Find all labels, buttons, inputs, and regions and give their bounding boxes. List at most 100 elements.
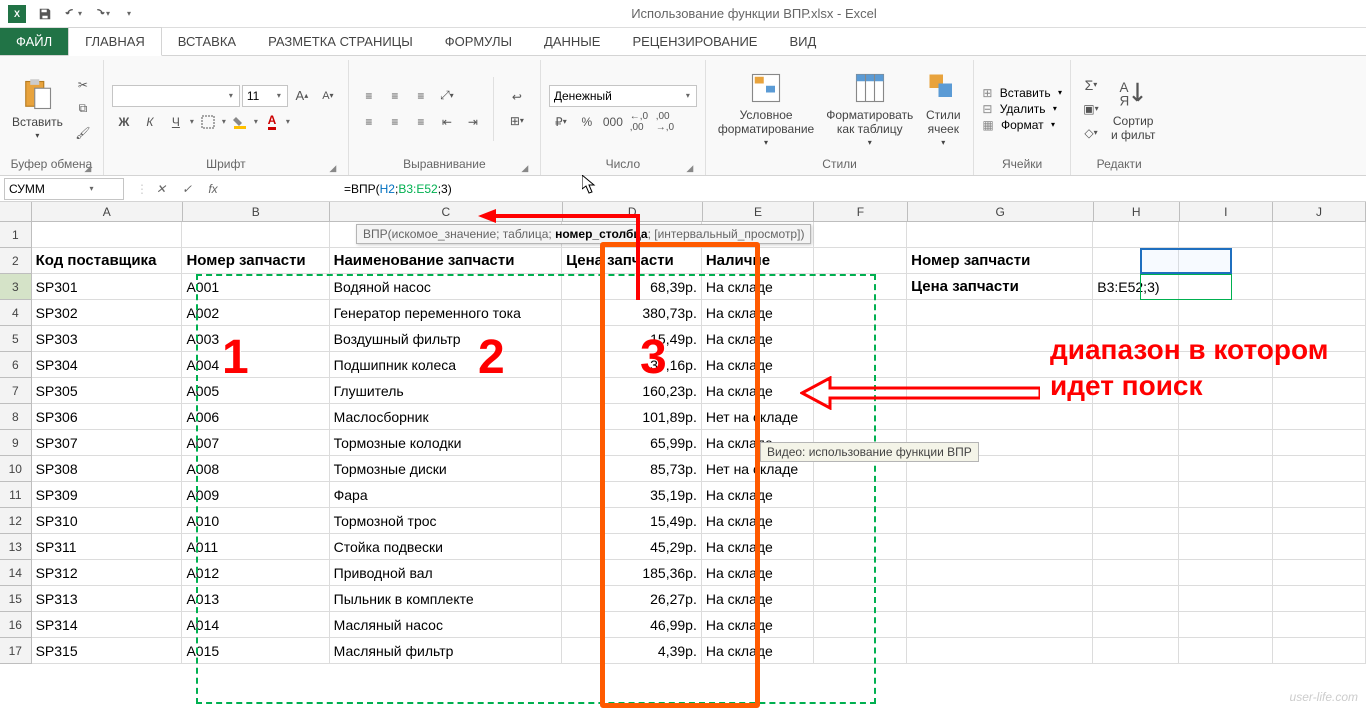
cell[interactable]: Тормозные диски (330, 456, 562, 482)
cell[interactable]: Водяной насос (330, 274, 562, 300)
indent-increase-icon[interactable]: ⇥ (461, 111, 485, 133)
row-header[interactable]: 11 (0, 482, 32, 508)
row-header[interactable]: 17 (0, 638, 32, 664)
cell[interactable] (1273, 612, 1366, 638)
copy-icon[interactable]: ⧉ (71, 98, 95, 120)
cell[interactable]: Масляный насос (330, 612, 562, 638)
align-bottom-icon[interactable]: ≡ (409, 85, 433, 107)
row-header[interactable]: 15 (0, 586, 32, 612)
enter-formula-icon[interactable]: ✓ (174, 178, 200, 200)
cell[interactable] (1093, 534, 1179, 560)
col-header-C[interactable]: C (330, 202, 563, 221)
cell[interactable]: A007 (182, 430, 329, 456)
cell[interactable]: A008 (182, 456, 329, 482)
cell[interactable] (814, 248, 907, 274)
cell[interactable] (1273, 326, 1366, 352)
cell[interactable] (1273, 638, 1366, 664)
cell[interactable] (1179, 222, 1272, 248)
cell[interactable]: На складе (702, 508, 814, 534)
cell[interactable] (1273, 430, 1366, 456)
cell[interactable]: 185,36р. (562, 560, 702, 586)
cell[interactable] (1179, 534, 1272, 560)
fx-icon[interactable]: fx (200, 178, 226, 200)
cell[interactable] (907, 326, 1093, 352)
cell[interactable] (1093, 638, 1179, 664)
italic-button[interactable]: К (138, 111, 162, 133)
cell[interactable]: SP307 (32, 430, 183, 456)
cell[interactable] (1093, 378, 1179, 404)
conditional-formatting-button[interactable]: Условное форматирование▾ (714, 68, 818, 149)
cell[interactable]: 101,89р. (562, 404, 702, 430)
cell[interactable]: Стойка подвески (330, 534, 562, 560)
percent-format-icon[interactable]: % (575, 111, 599, 133)
cell[interactable] (907, 534, 1093, 560)
row-header[interactable]: 9 (0, 430, 32, 456)
cell[interactable]: 46,99р. (562, 612, 702, 638)
select-all-corner[interactable] (0, 202, 32, 221)
cell[interactable] (1273, 300, 1366, 326)
cell[interactable] (814, 560, 907, 586)
cell[interactable] (1179, 638, 1272, 664)
cell[interactable] (1273, 248, 1366, 274)
tab-formulas[interactable]: ФОРМУЛЫ (429, 28, 528, 55)
sort-filter-button[interactable]: AЯ Сортир и фильт (1107, 74, 1159, 144)
cell[interactable]: SP311 (32, 534, 183, 560)
save-icon[interactable] (32, 3, 58, 25)
cell[interactable]: 4,39р. (562, 638, 702, 664)
cell[interactable]: Наличие (702, 248, 814, 274)
wrap-text-icon[interactable]: ↩ (502, 86, 532, 108)
cell[interactable] (1093, 222, 1179, 248)
col-header-I[interactable]: I (1180, 202, 1273, 221)
tab-layout[interactable]: РАЗМЕТКА СТРАНИЦЫ (252, 28, 429, 55)
cell[interactable]: Тормозные колодки (330, 430, 562, 456)
formula-input[interactable] (234, 178, 1366, 200)
cell[interactable] (1273, 482, 1366, 508)
autosum-icon[interactable]: Σ▾ (1079, 74, 1103, 96)
align-right-icon[interactable]: ≡ (409, 111, 433, 133)
col-header-A[interactable]: A (32, 202, 183, 221)
cell[interactable]: 160,23р. (562, 378, 702, 404)
cell[interactable] (1093, 456, 1179, 482)
cell[interactable] (1179, 508, 1272, 534)
cell[interactable]: A013 (182, 586, 329, 612)
cell[interactable] (1273, 586, 1366, 612)
cell[interactable] (1273, 378, 1366, 404)
col-header-D[interactable]: D (563, 202, 703, 221)
tab-review[interactable]: РЕЦЕНЗИРОВАНИЕ (616, 28, 773, 55)
cell[interactable] (1179, 430, 1272, 456)
cell[interactable] (814, 534, 907, 560)
cell[interactable]: 15,49р. (562, 326, 702, 352)
cell[interactable] (1179, 404, 1272, 430)
cell[interactable]: SP302 (32, 300, 183, 326)
cell[interactable]: A003 (182, 326, 329, 352)
launcher-icon[interactable]: ◢ (518, 161, 532, 175)
bold-button[interactable]: Ж (112, 111, 136, 133)
row-header[interactable]: 1 (0, 222, 32, 248)
cell[interactable]: 45,29р. (562, 534, 702, 560)
row-header[interactable]: 16 (0, 612, 32, 638)
cell[interactable] (1093, 560, 1179, 586)
row-header[interactable]: 8 (0, 404, 32, 430)
cell[interactable]: На складе (702, 586, 814, 612)
paste-button[interactable]: Вставить ▾ (8, 75, 67, 142)
launcher-icon[interactable]: ◢ (683, 161, 697, 175)
cell[interactable] (1179, 586, 1272, 612)
cell-styles-button[interactable]: Стили ячеек▾ (921, 68, 965, 149)
worksheet-grid[interactable]: ABCDEFGHIJ 12Код поставщикаНомер запчаст… (0, 202, 1366, 708)
cell[interactable] (907, 378, 1093, 404)
cell[interactable]: На складе (702, 534, 814, 560)
cell[interactable]: SP306 (32, 404, 183, 430)
cell[interactable]: A006 (182, 404, 329, 430)
cell[interactable] (1179, 482, 1272, 508)
cell[interactable] (1179, 300, 1272, 326)
cell[interactable]: SP305 (32, 378, 183, 404)
cell[interactable] (814, 300, 907, 326)
cell[interactable]: SP309 (32, 482, 183, 508)
font-color-icon[interactable]: А (260, 111, 284, 133)
cell[interactable] (1273, 404, 1366, 430)
cell[interactable] (907, 300, 1093, 326)
merge-cells-icon[interactable]: ⊞▾ (502, 110, 532, 132)
cell[interactable]: Нет на складе (702, 404, 814, 430)
cell[interactable] (1179, 326, 1272, 352)
row-header[interactable]: 2 (0, 248, 32, 274)
